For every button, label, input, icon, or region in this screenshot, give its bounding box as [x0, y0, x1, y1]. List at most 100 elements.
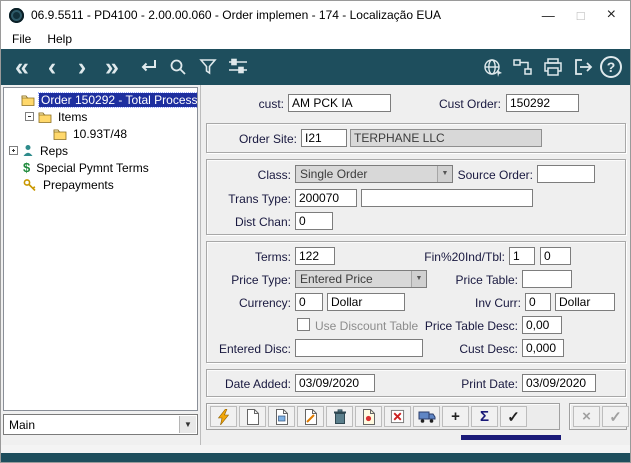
search-icon[interactable] [165, 52, 191, 82]
tree-item-reps[interactable]: Reps [4, 142, 197, 159]
trans-type-label: Trans Type: [228, 192, 291, 206]
inv-curr-code-field[interactable] [525, 293, 551, 311]
chevron-down-icon[interactable]: ▼ [179, 416, 196, 433]
enter-icon[interactable] [135, 52, 161, 82]
picture-document-icon [276, 408, 288, 425]
ship-button[interactable] [413, 406, 440, 427]
truck-icon [418, 411, 435, 423]
price-type-select[interactable]: Entered Price ▼ [295, 270, 427, 288]
confirm-button[interactable]: ✓ [500, 406, 527, 427]
options-icon[interactable] [225, 52, 251, 82]
tree-item-special-pymnt-terms[interactable]: $ Special Pymnt Terms [4, 159, 197, 176]
fin-tbl-field[interactable] [540, 247, 571, 265]
cust-label: cust: [258, 97, 284, 111]
lightning-icon [217, 408, 230, 425]
picture-document-button[interactable] [268, 406, 295, 427]
alert-document-button[interactable] [355, 406, 382, 427]
price-table-field[interactable] [522, 270, 572, 288]
navigation-panel: Order 150292 - Total Process Items 10.93… [1, 85, 201, 445]
trans-type-desc-field[interactable] [361, 189, 533, 207]
price-table-label: Price Table: [455, 273, 518, 287]
tree-item-order-line[interactable]: 10.93T/48 [4, 125, 197, 142]
close-icon[interactable]: × [607, 7, 616, 23]
price-type-select-value: Entered Price [300, 272, 373, 286]
dist-chan-field[interactable] [295, 212, 333, 230]
cust-order-field[interactable] [506, 94, 579, 112]
collapse-icon[interactable] [25, 112, 34, 121]
tree-item-label: Prepayments [43, 177, 114, 192]
exit-icon[interactable] [570, 52, 596, 82]
connection-icon[interactable] [510, 52, 536, 82]
tree-item-items[interactable]: Items [4, 108, 197, 125]
check-icon: ✓ [609, 408, 622, 426]
edit-document-button[interactable] [297, 406, 324, 427]
main-toolbar: « ‹ › » ? [1, 49, 630, 85]
cust-field[interactable] [288, 94, 391, 112]
add-button[interactable]: + [442, 406, 469, 427]
inv-curr-label: Inv Curr: [474, 296, 521, 310]
trans-type-field[interactable] [295, 189, 357, 207]
tree-item-label: Order 150292 - Total Process [38, 91, 198, 108]
order-site-code-field[interactable] [301, 129, 347, 147]
tree-item-label: Items [58, 109, 88, 124]
use-discount-table-checkbox[interactable] [297, 318, 310, 331]
plus-icon: + [451, 408, 460, 425]
panel-selector-dropdown[interactable]: Main ▼ [3, 414, 198, 435]
order-site-name-field [350, 129, 542, 147]
ok-button: ✓ [602, 406, 629, 427]
terms-group: Terms: Fin%20Ind/Tbl: Price Type: Entere… [206, 241, 626, 363]
price-table-desc-field[interactable] [522, 316, 562, 334]
new-document-button[interactable] [239, 406, 266, 427]
entered-disc-label: Entered Disc: [218, 342, 291, 356]
order-site-group: Order Site: [206, 123, 626, 153]
inv-curr-name-field[interactable] [555, 293, 615, 311]
date-added-field[interactable] [295, 374, 375, 392]
price-table-desc-label: Price Table Desc: [424, 319, 518, 333]
entered-disc-field[interactable] [295, 339, 423, 357]
progress-indicator [461, 435, 561, 440]
source-order-field[interactable] [537, 165, 595, 183]
terms-label: Terms: [255, 250, 291, 264]
currency-name-field[interactable] [327, 293, 405, 311]
order-form: cust: Cust Order: Order Site: Class: Sin… [201, 85, 630, 445]
class-select[interactable]: Single Order ▼ [295, 165, 453, 183]
tree-item-prepayments[interactable]: Prepayments [4, 176, 197, 193]
close-box-button[interactable] [384, 406, 411, 427]
cross-icon: × [582, 408, 591, 425]
close-box-icon [390, 409, 405, 424]
filter-icon[interactable] [195, 52, 221, 82]
class-group: Class: Single Order ▼ Source Order: Tran… [206, 159, 626, 235]
menu-file[interactable]: File [4, 30, 39, 48]
print-date-field[interactable] [522, 374, 596, 392]
expand-icon[interactable] [9, 146, 18, 155]
tree-item-order[interactable]: Order 150292 - Total Process [4, 91, 197, 108]
sum-button[interactable]: Σ [471, 406, 498, 427]
menu-help[interactable]: Help [39, 30, 80, 48]
cust-order-label: Cust Order: [438, 97, 501, 111]
price-type-label: Price Type: [231, 273, 291, 287]
fin-ind-field[interactable] [509, 247, 535, 265]
class-select-value: Single Order [300, 167, 368, 181]
print-icon[interactable] [540, 52, 566, 82]
order-tree: Order 150292 - Total Process Items 10.93… [3, 87, 198, 411]
last-icon[interactable]: » [99, 52, 125, 82]
terms-field[interactable] [295, 247, 335, 265]
tree-item-label: 10.93T/48 [73, 126, 128, 141]
order-site-label: Order Site: [238, 132, 297, 146]
delete-button[interactable] [326, 406, 353, 427]
help-icon[interactable]: ? [600, 56, 622, 78]
currency-code-field[interactable] [295, 293, 323, 311]
next-icon[interactable]: › [69, 52, 95, 82]
execute-button[interactable] [210, 406, 237, 427]
minimize-icon[interactable]: — [542, 9, 555, 22]
first-icon[interactable]: « [9, 52, 35, 82]
previous-icon[interactable]: ‹ [39, 52, 65, 82]
folder-icon [38, 111, 52, 123]
web-icon[interactable] [480, 52, 506, 82]
use-discount-table-label: Use Discount Table [315, 319, 419, 333]
panel-selector-value: Main [9, 417, 36, 432]
maximize-icon[interactable]: □ [577, 9, 585, 22]
main-content: Order 150292 - Total Process Items 10.93… [1, 85, 630, 445]
cust-desc-field[interactable] [522, 339, 564, 357]
menu-bar: File Help [1, 29, 630, 49]
